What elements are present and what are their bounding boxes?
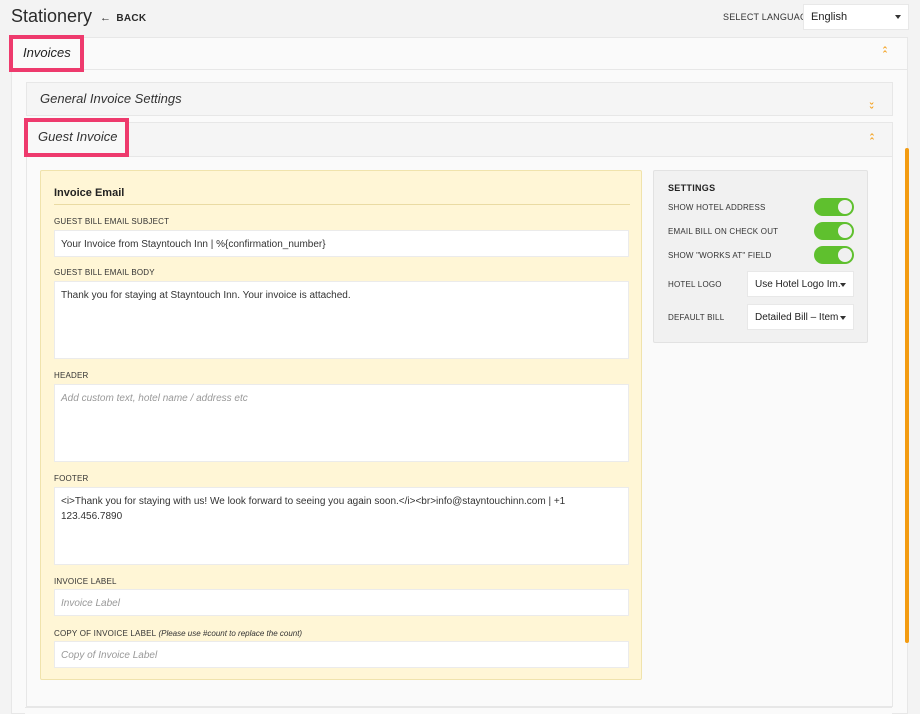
copy-invoice-label-text: COPY OF INVOICE LABEL (54, 629, 157, 638)
guest-invoice-section: Guest Invoice ˆˆ Invoice Email GUEST BIL… (24, 118, 893, 707)
subject-input[interactable]: Your Invoice from Stayntouch Inn | %{con… (54, 230, 629, 257)
caret-down-icon (840, 283, 846, 287)
top-bar: Stationery ← BACK SELECT LANGUAGE Englis… (0, 0, 920, 36)
invoice-email-panel: Invoice Email GUEST BILL EMAIL SUBJECT Y… (40, 170, 642, 680)
chevron-double-down-icon[interactable]: ˆˆ (870, 93, 874, 109)
toggle-knob (838, 248, 852, 262)
scrollbar[interactable] (905, 148, 909, 643)
general-invoice-settings-title: General Invoice Settings (40, 91, 182, 106)
guest-invoice-header[interactable]: Guest Invoice ˆˆ (24, 118, 892, 157)
invoice-label-input[interactable]: Invoice Label (54, 589, 629, 616)
toggle-knob (838, 224, 852, 238)
body-textarea[interactable]: Thank you for staying at Stayntouch Inn.… (54, 281, 629, 359)
invoices-panel: Invoices ˆˆ General Invoice Settings ˆˆ … (9, 35, 908, 714)
email-bill-checkout-toggle[interactable] (814, 222, 854, 240)
subject-label: GUEST BILL EMAIL SUBJECT (54, 217, 170, 226)
language-label: SELECT LANGUAGE (723, 12, 814, 22)
invoice-label-label: INVOICE LABEL (54, 577, 117, 586)
toggle-knob (838, 200, 852, 214)
show-works-at-label: SHOW "WORKS AT" FIELD (668, 251, 772, 260)
show-works-at-toggle[interactable] (814, 246, 854, 264)
show-hotel-address-label: SHOW HOTEL ADDRESS (668, 203, 766, 212)
copy-invoice-label-hint: (Please use #count to replace the count) (158, 629, 303, 638)
invoices-header[interactable]: Invoices ˆˆ (9, 35, 907, 72)
settings-panel: SETTINGS SHOW HOTEL ADDRESS EMAIL BILL O… (653, 170, 868, 343)
default-bill-value: Detailed Bill – Item (755, 312, 839, 323)
caret-down-icon (840, 316, 846, 320)
divider (54, 204, 630, 205)
caret-down-icon (895, 15, 901, 19)
email-bill-checkout-label: EMAIL BILL ON CHECK OUT (668, 227, 779, 236)
settings-title: SETTINGS (668, 183, 716, 193)
hotel-logo-select[interactable]: Use Hotel Logo Im. (747, 271, 854, 297)
hotel-logo-label: HOTEL LOGO (668, 280, 722, 289)
arrow-left-icon: ← (100, 12, 112, 24)
footer-label: FOOTER (54, 474, 89, 483)
page-title: Stationery (11, 6, 93, 26)
guest-invoice-title: Guest Invoice (38, 129, 118, 144)
guest-invoice-title-highlight: Guest Invoice (24, 118, 129, 157)
header-label: HEADER (54, 371, 89, 380)
body-label: GUEST BILL EMAIL BODY (54, 268, 155, 277)
next-section-edge (25, 707, 892, 714)
copy-invoice-label-label: COPY OF INVOICE LABEL (Please use #count… (54, 629, 302, 638)
language-select[interactable]: English (803, 4, 909, 30)
language-select-value: English (811, 11, 848, 23)
default-bill-label: DEFAULT BILL (668, 313, 725, 322)
chevron-double-up-icon[interactable]: ˆˆ (883, 47, 887, 62)
invoices-title-highlight: Invoices (9, 35, 84, 72)
hotel-logo-value: Use Hotel Logo Im. (755, 279, 841, 290)
invoices-title: Invoices (23, 45, 71, 60)
chevron-double-up-icon[interactable]: ˆˆ (870, 134, 874, 149)
invoice-email-title: Invoice Email (54, 187, 125, 199)
footer-textarea[interactable]: <i>Thank you for staying with us! We loo… (54, 487, 629, 565)
header-textarea[interactable]: Add custom text, hotel name / address et… (54, 384, 629, 462)
back-button-label: BACK (116, 12, 147, 24)
general-invoice-settings-section[interactable]: General Invoice Settings ˆˆ (26, 82, 893, 116)
default-bill-select[interactable]: Detailed Bill – Item (747, 304, 854, 330)
copy-invoice-label-input[interactable]: Copy of Invoice Label (54, 641, 629, 668)
show-hotel-address-toggle[interactable] (814, 198, 854, 216)
back-button[interactable]: ← BACK (100, 12, 146, 24)
